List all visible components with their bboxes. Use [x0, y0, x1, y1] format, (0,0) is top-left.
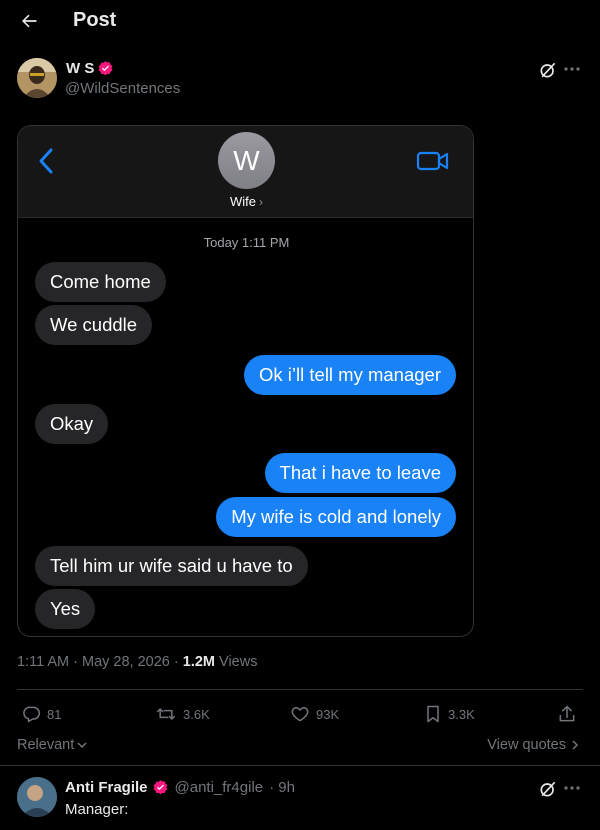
- page-title: Post: [73, 9, 117, 31]
- repost-count: 3.6K: [183, 706, 210, 722]
- facetime-icon: [416, 151, 449, 171]
- chevron-down-icon: [77, 742, 87, 749]
- meta-separator: ·: [169, 654, 183, 670]
- contact-name: Wife ›: [18, 194, 473, 209]
- author-handle[interactable]: @WildSentences: [65, 80, 180, 97]
- reply-button[interactable]: 81: [21, 702, 61, 726]
- view-quotes-label: View quotes: [487, 737, 566, 753]
- bookmark-count: 3.3K: [448, 706, 475, 722]
- more-icon: [564, 67, 580, 71]
- chevron-right-icon: ›: [259, 195, 263, 209]
- message-bubble-outgoing: That i have to leave: [264, 453, 456, 493]
- message-bubble-outgoing: My wife is cold and lonely: [216, 497, 456, 537]
- post-author: W S @WildSentences: [17, 58, 583, 100]
- reply-time: · 9h: [269, 779, 295, 796]
- reply-text: Manager:: [65, 801, 129, 818]
- reply-count: 81: [47, 706, 62, 722]
- avatar[interactable]: [17, 777, 57, 817]
- more-icon: [564, 786, 580, 790]
- reply-post[interactable]: Anti Fragile @anti_fr4gile · 9h Manager:: [17, 777, 583, 827]
- views-count: 1.2M: [182, 654, 216, 670]
- top-bar: Post: [0, 0, 600, 42]
- verified-badge-icon: [153, 780, 167, 795]
- divider: [17, 689, 583, 690]
- view-quotes-link[interactable]: View quotes: [487, 737, 580, 753]
- repost-button[interactable]: 3.6K: [155, 702, 210, 726]
- back-arrow-icon: [22, 14, 37, 28]
- message-bubble-outgoing: Ok i’ll tell my manager: [244, 355, 456, 395]
- grok-icon: [540, 62, 556, 78]
- action-bar: 81 3.6K 93K 3.3K: [17, 702, 583, 726]
- post-meta: 1:11 AM · May 28, 2026 · 1.2M Views: [17, 654, 257, 670]
- bookmark-button[interactable]: 3.3K: [424, 702, 475, 726]
- avatar[interactable]: [17, 58, 57, 98]
- author-name-text: W S: [66, 60, 95, 77]
- reply-author[interactable]: Anti Fragile @anti_fr4gile · 9h: [65, 779, 295, 796]
- like-icon: [291, 707, 309, 722]
- views-label: Views: [219, 654, 258, 670]
- message-bubble-incoming: We cuddle: [35, 305, 153, 345]
- message-bubble-incoming: Yes: [35, 589, 96, 629]
- message-timestamp: Today 1:11 PM: [203, 235, 290, 250]
- contact-avatar: W: [218, 132, 275, 189]
- grok-button[interactable]: [538, 60, 558, 80]
- reply-handle: @anti_fr4gile: [174, 779, 264, 796]
- chevron-right-icon: [572, 740, 579, 750]
- post-image[interactable]: W Wife › Today 1:11 PM Come home We cuddl…: [17, 125, 474, 637]
- reply-icon: [23, 706, 41, 723]
- more-button[interactable]: [563, 781, 581, 795]
- back-button[interactable]: [16, 8, 42, 34]
- like-button[interactable]: 93K: [290, 702, 339, 726]
- message-bubble-incoming: Tell him ur wife said u have to: [35, 546, 308, 586]
- divider: [0, 765, 600, 766]
- grok-button[interactable]: [538, 779, 558, 799]
- verified-badge-icon: [98, 61, 113, 76]
- imessage-header: W Wife ›: [18, 126, 473, 218]
- imessage-back-icon: [39, 148, 53, 174]
- share-icon: [559, 705, 575, 722]
- more-button[interactable]: [563, 62, 581, 76]
- contact-name-text: Wife: [230, 194, 256, 209]
- sort-dropdown[interactable]: Relevant: [17, 737, 88, 753]
- like-count: 93K: [316, 706, 340, 722]
- sort-label: Relevant: [17, 737, 75, 753]
- bookmark-icon: [427, 705, 439, 723]
- reply-author-name: Anti Fragile: [65, 779, 148, 796]
- message-bubble-incoming: Come home: [35, 262, 166, 302]
- grok-icon: [540, 781, 556, 797]
- share-button[interactable]: [557, 702, 577, 726]
- message-bubble-incoming: Okay: [35, 404, 109, 444]
- repost-icon: [156, 708, 176, 720]
- author-name[interactable]: W S: [66, 60, 114, 77]
- post-time[interactable]: 1:11 AM · May 28, 2026: [17, 654, 170, 670]
